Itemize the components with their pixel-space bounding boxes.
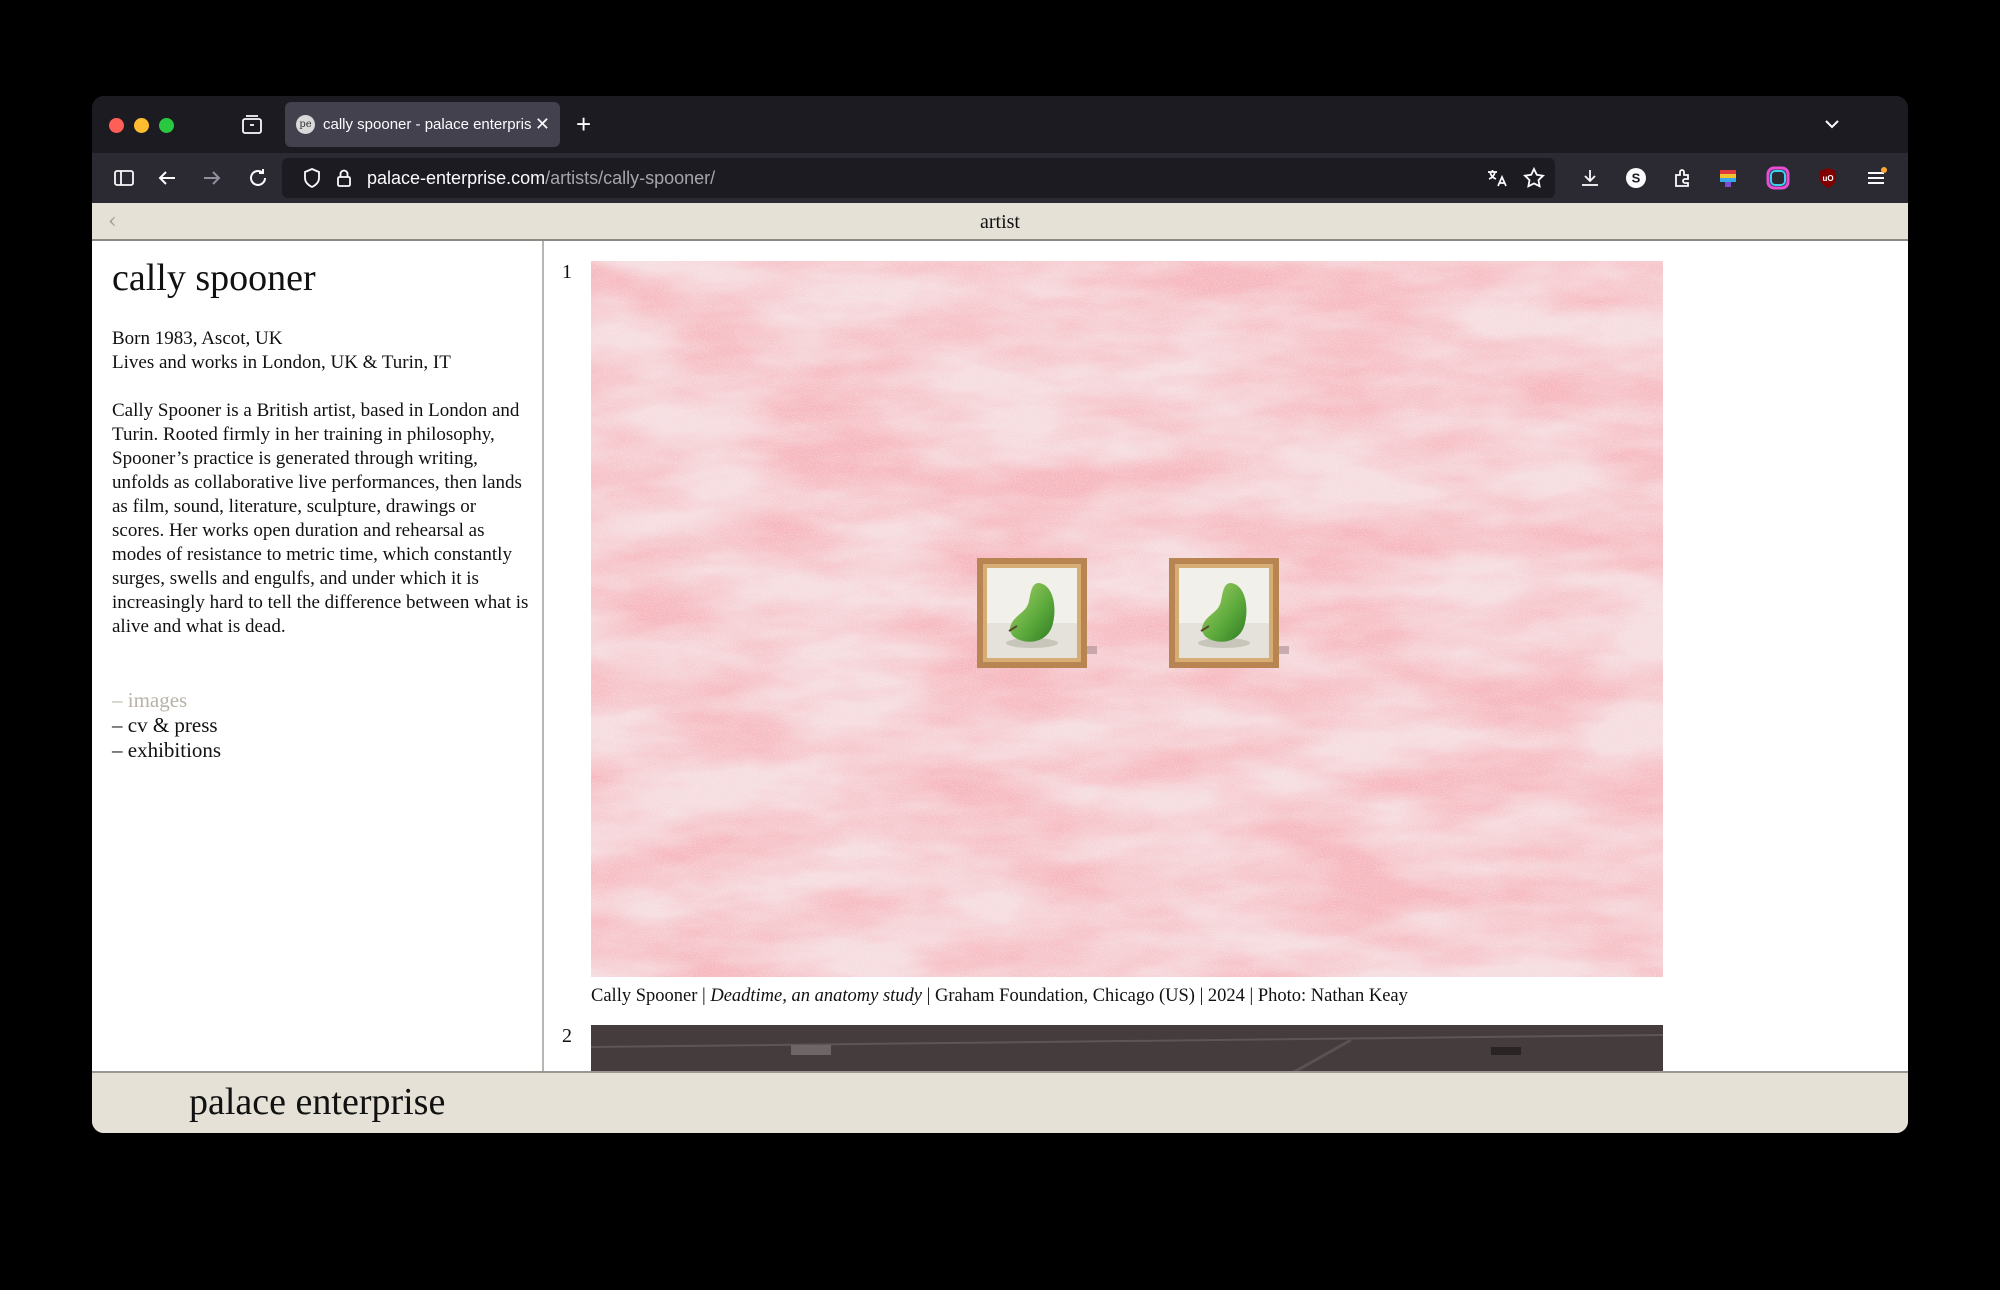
artist-info-panel: cally spooner Born 1983, Ascot, UK Lives…: [92, 241, 544, 1071]
color-picker-icon[interactable]: [1766, 166, 1790, 190]
caption-title: Deadtime, an anatomy study: [710, 986, 923, 1006]
tab-bar: pe cally spooner - palace enterprise ✕ +: [92, 96, 1908, 153]
account-s-icon[interactable]: S: [1624, 166, 1648, 190]
artwork-image[interactable]: [591, 261, 1663, 977]
artwork-caption: Cally Spooner | Deadtime, an anatomy stu…: [591, 986, 1408, 1007]
navigation-toolbar: palace-enterprise.com/artists/cally-spoo…: [92, 153, 1908, 203]
artwork-image-2[interactable]: [591, 1025, 1663, 1071]
artist-name: cally spooner: [112, 257, 316, 299]
extensions-icon[interactable]: [1670, 166, 1694, 190]
site-footer: palace enterprise: [92, 1071, 1908, 1133]
artist-bio: Cally Spooner is a British artist, based…: [112, 400, 529, 637]
maximize-window-button[interactable]: [159, 118, 174, 133]
svg-text:uO: uO: [1822, 174, 1833, 183]
caption-artist: Cally Spooner |: [591, 986, 711, 1006]
tab-overview-icon[interactable]: [240, 113, 264, 137]
url-domain: palace-enterprise.com: [367, 168, 546, 188]
translate-icon[interactable]: [1485, 166, 1509, 190]
lock-icon[interactable]: [332, 166, 356, 190]
tab-title: cally spooner - palace enterprise: [323, 116, 531, 133]
active-tab[interactable]: pe cally spooner - palace enterprise ✕: [285, 102, 560, 147]
new-tab-button[interactable]: +: [576, 110, 591, 138]
menu-hamburger-icon[interactable]: [1864, 166, 1888, 190]
color-extension-icon[interactable]: [1716, 166, 1740, 190]
artist-born: Born 1983, Ascot, UK: [112, 328, 283, 349]
back-arrow-icon[interactable]: [155, 166, 179, 190]
cv-press-link[interactable]: – cv & press: [112, 713, 221, 738]
caption-details: | Graham Foundation, Chicago (US) | 2024…: [922, 986, 1408, 1006]
pink-wall-installation-image: [591, 261, 1663, 977]
image-number: 1: [562, 261, 572, 283]
page-header: ‹ artist: [92, 203, 1908, 241]
page-section-title: artist: [980, 211, 1020, 233]
close-tab-icon[interactable]: ✕: [535, 113, 550, 135]
artist-meta: Born 1983, Ascot, UK Lives and works in …: [112, 327, 451, 375]
svg-text:S: S: [1632, 171, 1641, 186]
url-text[interactable]: palace-enterprise.com/artists/cally-spoo…: [367, 168, 715, 189]
footer-logo[interactable]: palace enterprise: [189, 1080, 445, 1124]
ublock-icon[interactable]: uO: [1816, 166, 1840, 190]
minimize-window-button[interactable]: [134, 118, 149, 133]
tab-list-chevron-icon[interactable]: [1822, 114, 1842, 139]
downloads-icon[interactable]: [1578, 166, 1602, 190]
reload-icon[interactable]: [246, 166, 270, 190]
exhibitions-link[interactable]: – exhibitions: [112, 738, 221, 763]
site-favicon-icon: pe: [296, 115, 315, 134]
image-number-2: 2: [562, 1025, 572, 1047]
shield-icon[interactable]: [300, 166, 324, 190]
images-panel[interactable]: 1 Cally Spooner | Deadtime, an anatomy s…: [546, 241, 1908, 1071]
bookmark-star-icon[interactable]: [1522, 166, 1546, 190]
url-path: /artists/cally-spooner/: [545, 168, 716, 188]
artist-lives: Lives and works in London, UK & Turin, I…: [112, 352, 451, 373]
gallery-ceiling-image: [591, 1025, 1663, 1071]
url-bar[interactable]: palace-enterprise.com/artists/cally-spoo…: [282, 158, 1555, 198]
browser-window: pe cally spooner - palace enterprise ✕ +: [92, 96, 1908, 1133]
close-window-button[interactable]: [109, 118, 124, 133]
sidebar-toggle-icon[interactable]: [112, 166, 136, 190]
artist-nav-links: – images – cv & press – exhibitions: [112, 688, 221, 763]
forward-arrow-icon[interactable]: [200, 166, 224, 190]
images-link[interactable]: – images: [112, 688, 221, 713]
web-page: ‹ artist cally spooner Born 1983, Ascot,…: [92, 203, 1908, 1133]
